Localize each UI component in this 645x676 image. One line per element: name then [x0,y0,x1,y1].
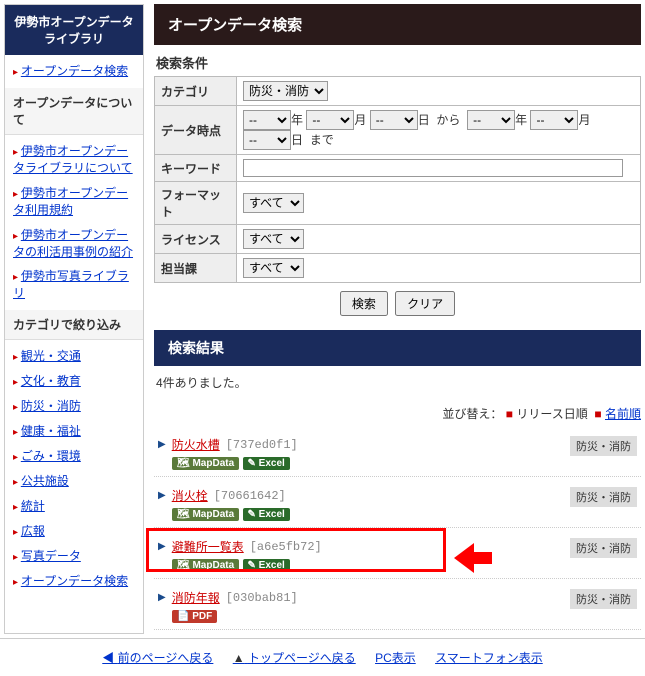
search-conditions-table: カテゴリ 防災・消防 データ時点 --年 --月 --日 から --年 --月 … [154,76,641,283]
date-to-year[interactable]: -- [467,110,515,130]
clear-button[interactable]: クリア [395,291,455,316]
cond-format-label: フォーマット [155,182,237,225]
sidebar-about-item[interactable]: 伊勢市写真ライブラリ [13,269,129,300]
footer: ◀ 前のページへ戻る ▲ トップページへ戻る PC表示 スマートフォン表示 [0,638,645,676]
triangle-icon: ▶ [158,439,166,450]
sidebar-category-item[interactable]: 防災・消防 [21,399,81,413]
result-item: 防災・消防 ▶ 消火栓 [70661642] 🗺 MapData ✎ Excel [154,481,641,528]
result-title-link[interactable]: 消火栓 [172,487,208,504]
footer-pc-link[interactable]: PC表示 [375,651,416,665]
result-tag[interactable]: 防災・消防 [570,538,637,558]
date-from-day[interactable]: -- [370,110,418,130]
footer-top-link[interactable]: ▲ トップページへ戻る [233,651,356,665]
sidebar-section-about: オープンデータについて [5,88,143,135]
sidebar-header: 伊勢市オープンデータライブラリ [5,5,143,55]
cond-license-label: ライセンス [155,225,237,254]
sidebar-category-item[interactable]: 観光・交通 [21,349,81,363]
result-item: 防災・消防 ▶ 消防年報 [030bab81] 📄 PDF [154,583,641,630]
sidebar-category-item[interactable]: 広報 [21,524,45,538]
result-tag[interactable]: 防災・消防 [570,487,637,507]
date-from-month[interactable]: -- [306,110,354,130]
result-hash: [737ed0f1] [226,438,298,452]
pdf-badge[interactable]: 📄 PDF [172,610,217,623]
sidebar-category-item[interactable]: 文化・教育 [21,374,81,388]
result-item: 防災・消防 ▶ 防火水槽 [737ed0f1] 🗺 MapData ✎ Excel [154,430,641,477]
sidebar-about-item[interactable]: 伊勢市オープンデータの利活用事例の紹介 [13,228,133,259]
map-badge[interactable]: 🗺 MapData [172,457,239,470]
sidebar-category-item[interactable]: 写真データ [21,549,81,563]
footer-back-link[interactable]: ◀ 前のページへ戻る [102,651,213,665]
sidebar-category-item[interactable]: オープンデータ検索 [21,574,128,588]
sidebar-section-categories: カテゴリで絞り込み [5,310,143,340]
sidebar-category-item[interactable]: 公共施設 [21,474,69,488]
results-title: 検索結果 [154,330,641,366]
results-count: 4件ありました。 [156,374,639,391]
result-item: 防災・消防 ▶ 避難所一覧表 [a6e5fb72] 🗺 MapData ✎ Exce… [154,532,641,579]
result-hash: [030bab81] [226,591,298,605]
result-hash: [70661642] [214,489,286,503]
main: オープンデータ検索 検索条件 カテゴリ 防災・消防 データ時点 --年 --月 … [154,4,641,634]
sidebar-about-item[interactable]: 伊勢市オープンデータライブラリについて [13,144,133,175]
excel-badge[interactable]: ✎ Excel [243,508,290,521]
cond-license-select[interactable]: すべて [243,229,304,249]
triangle-icon: ▶ [158,541,166,552]
sidebar-top-link[interactable]: オープンデータ検索 [21,64,128,78]
square-icon: ■ [506,407,513,421]
triangle-icon: ▶ [158,490,166,501]
search-button[interactable]: 検索 [340,291,388,316]
cond-department-select[interactable]: すべて [243,258,304,278]
cond-date-label: データ時点 [155,106,237,155]
result-tag[interactable]: 防災・消防 [570,436,637,456]
sort-row: 並び替え： ■ リリース日順 ■ 名前順 [154,405,641,422]
footer-sp-link[interactable]: スマートフォン表示 [435,651,543,665]
result-title-link[interactable]: 防火水槽 [172,436,220,453]
map-badge[interactable]: 🗺 MapData [172,559,239,572]
excel-badge[interactable]: ✎ Excel [243,559,290,572]
sidebar-category-item[interactable]: 統計 [21,499,45,513]
date-to-day[interactable]: -- [243,130,291,150]
sidebar-category-item[interactable]: 健康・福祉 [21,424,81,438]
sort-name-link[interactable]: 名前順 [605,407,641,421]
result-title-link[interactable]: 避難所一覧表 [172,538,244,555]
page-title: オープンデータ検索 [154,4,641,45]
date-to-month[interactable]: -- [530,110,578,130]
cond-department-label: 担当課 [155,254,237,283]
triangle-icon: ▶ [158,592,166,603]
result-title-link[interactable]: 消防年報 [172,589,220,606]
sidebar-category-item[interactable]: ごみ・環境 [21,449,81,463]
date-from-year[interactable]: -- [243,110,291,130]
cond-category-label: カテゴリ [155,77,237,106]
search-conditions-label: 検索条件 [156,53,639,72]
sidebar-about-item[interactable]: 伊勢市オープンデータ利用規約 [13,186,128,217]
result-tag[interactable]: 防災・消防 [570,589,637,609]
cond-format-select[interactable]: すべて [243,193,304,213]
cond-category-select[interactable]: 防災・消防 [243,81,328,101]
square-icon: ■ [594,407,601,421]
cond-keyword-input[interactable] [243,159,623,177]
cond-keyword-label: キーワード [155,155,237,182]
result-hash: [a6e5fb72] [250,540,322,554]
sidebar: 伊勢市オープンデータライブラリ オープンデータ検索 オープンデータについて 伊勢… [4,4,144,634]
excel-badge[interactable]: ✎ Excel [243,457,290,470]
map-badge[interactable]: 🗺 MapData [172,508,239,521]
